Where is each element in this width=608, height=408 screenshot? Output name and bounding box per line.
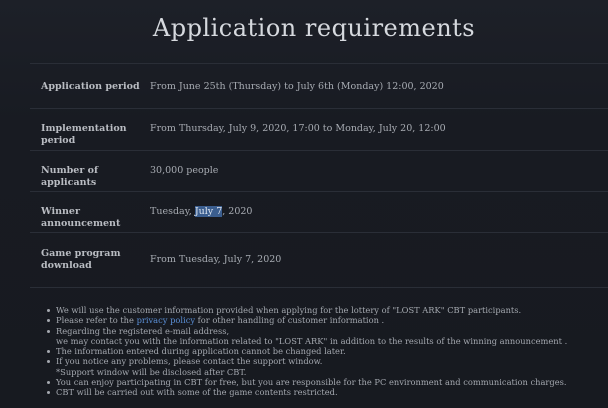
note-continuation: *Support window will be disclosed after … [56,366,247,377]
row-label: Number of applicants [41,165,99,188]
note-item: You can enjoy participating in CBT for f… [46,377,606,387]
row-value: From June 25th (Thursday) to July 6th (M… [150,81,444,92]
note-text: for other handling of customer informati… [195,315,385,326]
note-item: The information entered during applicati… [46,346,606,356]
value-text: Tuesday, [150,206,195,217]
selected-text: July 7 [194,206,223,217]
label-line: download [41,260,92,271]
row-implementation-period: Implementation period From Thursday, Jul… [30,109,608,151]
value-text: , 2020 [222,206,253,217]
page: Application requirements Application per… [0,0,608,408]
note-item: If you notice any problems, please conta… [46,356,606,366]
row-winner-announcement: Winner announcement Tuesday, July 7, 202… [30,192,608,233]
row-value: 30,000 people [150,165,219,176]
label-line: Game program [41,248,121,259]
note-item: Regarding the registered e-mail address, [46,326,606,336]
row-label: Game program download [41,248,151,272]
row-label: Implementation period [41,123,127,146]
row-number-of-applicants: Number of applicants 30,000 people [30,151,608,192]
privacy-policy-link[interactable]: privacy policy [137,315,195,325]
page-title: Application requirements [152,14,476,42]
row-value: Tuesday, July 7, 2020 [150,206,252,218]
note-item: Please refer to the privacy policy for o… [46,315,606,325]
note-item: We will use the customer information pro… [46,305,606,315]
row-label: Winner announcement [41,206,121,229]
note-continuation: we may contact you with the information … [56,335,568,346]
row-game-program-download: Game program download From Tuesday, July … [30,233,608,288]
requirements-table: Application period From June 25th (Thurs… [30,63,608,288]
notes-list: We will use the customer information pro… [46,305,606,398]
row-application-period: Application period From June 25th (Thurs… [30,63,608,109]
row-label: Application period [41,81,140,92]
row-value: From Thursday, July 9, 2020, 17:00 to Mo… [150,123,446,134]
row-value: From Tuesday, July 7, 2020 [150,254,282,265]
note-item: CBT will be carried out with some of the… [46,387,606,397]
note-text: Please refer to the [56,315,137,326]
